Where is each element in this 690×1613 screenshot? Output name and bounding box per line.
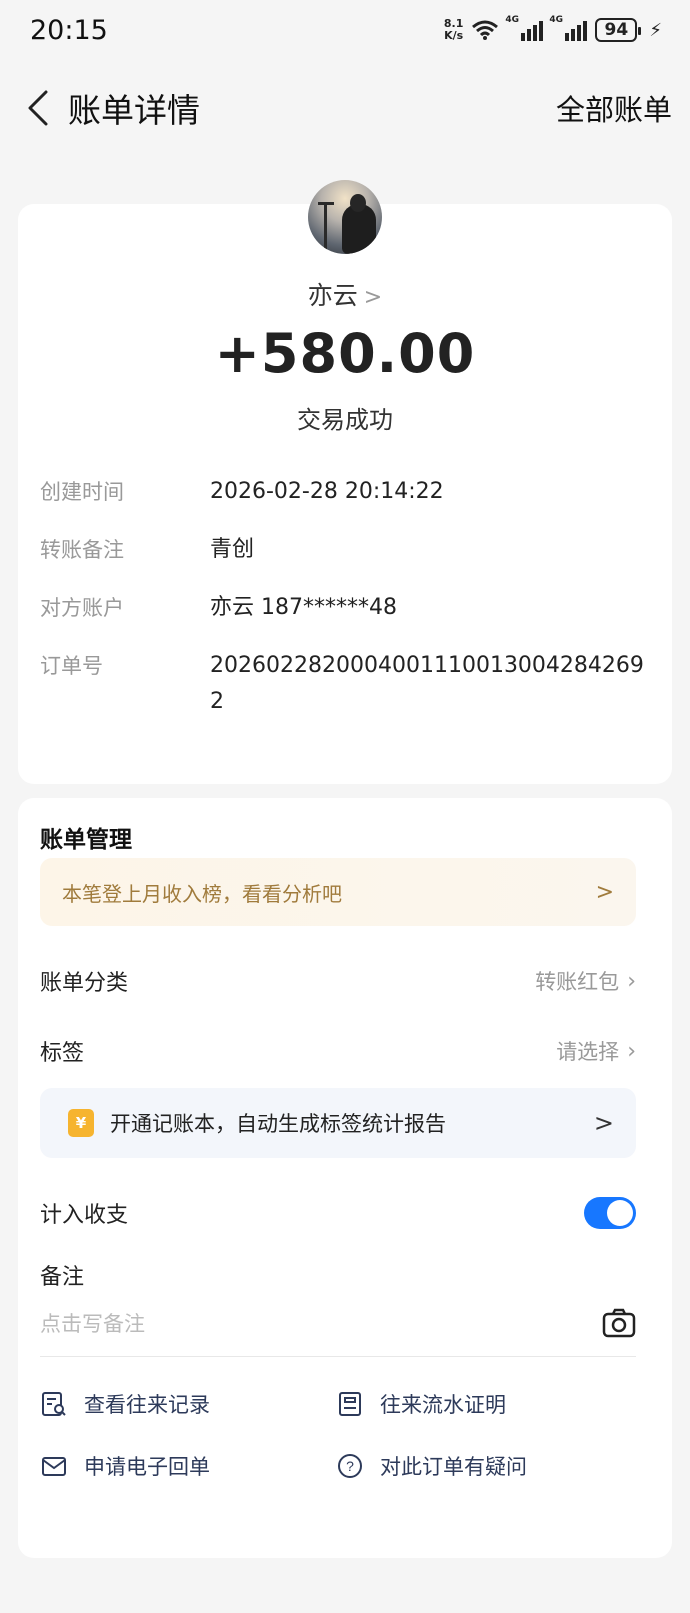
wifi-icon — [472, 20, 499, 40]
category-value: 转账红包 — [535, 970, 620, 994]
statement-icon — [339, 1392, 361, 1416]
detail-row-created-time: 创建时间 2026-02-28 20:14:22 — [40, 474, 650, 510]
status-time: 20:15 — [30, 14, 108, 46]
signal-4g-icon: 4G — [549, 15, 588, 41]
detail-key: 转账备注 — [40, 538, 124, 562]
tag-value: 请选择 — [556, 1040, 620, 1064]
include-in-stats-row: 计入收支 — [40, 1188, 636, 1238]
signal-label: 4G — [505, 15, 520, 25]
battery-level: 94 — [604, 20, 629, 40]
detail-row-remark: 转账备注 青创 — [40, 532, 650, 568]
chevron-right-icon: > — [363, 285, 383, 310]
include-toggle[interactable] — [584, 1197, 636, 1229]
nav-bar: 账单详情 全部账单 — [0, 72, 690, 144]
remark-label: 备注 — [40, 1265, 85, 1290]
back-chevron-icon — [28, 90, 48, 126]
chevron-right-icon: > — [595, 879, 614, 905]
payee-name: 亦云 — [307, 281, 358, 310]
mail-icon — [42, 1457, 66, 1476]
toggle-knob — [607, 1200, 633, 1226]
charging-icon: ⚡ — [649, 19, 662, 41]
chevron-right-icon: › — [627, 968, 636, 994]
camera-icon[interactable] — [602, 1308, 636, 1338]
chevron-right-icon: > — [593, 1109, 614, 1137]
detail-row-counterparty: 对方账户 亦云 187******48 — [40, 590, 650, 626]
ledger-banner[interactable]: ¥ 开通记账本，自动生成标签统计报告 > — [40, 1088, 636, 1158]
signal-4g-icon: 4G — [505, 15, 544, 41]
tag-row[interactable]: 标签 请选择 › — [40, 1026, 636, 1076]
amount: +580.00 — [214, 322, 476, 385]
back-button[interactable] — [18, 83, 58, 133]
detail-value: 2026-02-28 20:14:22 — [210, 479, 444, 504]
page-title: 账单详情 — [68, 91, 200, 130]
signal-label: 4G — [549, 15, 564, 25]
action-label: 申请电子回单 — [84, 1455, 210, 1479]
divider — [40, 1356, 636, 1357]
status-icons: 8.1 K/s 4G 4G 94 ⚡ — [444, 15, 662, 42]
record-search-icon — [42, 1392, 66, 1416]
category-label: 账单分类 — [40, 971, 129, 996]
detail-key: 对方账户 — [40, 596, 124, 620]
chevron-right-icon: › — [627, 1038, 636, 1064]
detail-value[interactable]: 2026022820004001110013004284269 2 — [210, 648, 650, 720]
detail-key: 订单号 — [40, 654, 103, 678]
bill-category-row[interactable]: 账单分类 转账红包 › — [40, 956, 636, 1006]
e-receipt-button[interactable]: 申请电子回单 — [40, 1446, 210, 1486]
income-rank-banner[interactable]: 本笔登上月收入榜，看看分析吧 > — [40, 858, 636, 926]
bill-management-card: 账单管理 本笔登上月收入榜，看看分析吧 > 账单分类 转账红包 › 标签 请选择… — [18, 798, 672, 1558]
remark-placeholder: 点击写备注 — [40, 1312, 145, 1336]
tag-label: 标签 — [40, 1041, 85, 1066]
net-speed-unit: K/s — [444, 29, 464, 42]
remark-title-row: 备注 — [40, 1250, 636, 1300]
payee-link[interactable]: 亦云 > — [18, 276, 672, 312]
action-label: 对此订单有疑问 — [380, 1455, 527, 1479]
remark-input[interactable]: 点击写备注 — [40, 1298, 636, 1348]
yen-icon: ¥ — [68, 1109, 94, 1137]
detail-key: 创建时间 — [40, 480, 124, 504]
status-bar: 20:15 8.1 K/s 4G 4G 94 ⚡ — [0, 0, 690, 60]
order-question-button[interactable]: ? 对此订单有疑问 — [336, 1446, 527, 1486]
transaction-status: 交易成功 — [297, 406, 393, 434]
all-bills-link[interactable]: 全部账单 — [556, 87, 672, 129]
detail-row-order-number: 订单号 2026022820004001110013004284269 2 — [40, 648, 650, 720]
ledger-text: 开通记账本，自动生成标签统计报告 — [110, 1112, 446, 1136]
statement-proof-button[interactable]: 往来流水证明 — [336, 1384, 506, 1424]
net-speed: 8.1 K/s — [444, 18, 464, 42]
view-records-button[interactable]: 查看往来记录 — [40, 1384, 210, 1424]
detail-value: 亦云 187******48 — [210, 595, 397, 620]
svg-text:?: ? — [346, 1458, 354, 1474]
action-label: 查看往来记录 — [84, 1393, 210, 1417]
question-icon: ? — [338, 1454, 362, 1478]
detail-value: 青创 — [210, 537, 255, 562]
transaction-card: 亦云 > +580.00 交易成功 创建时间 2026-02-28 20:14:2… — [18, 180, 672, 784]
promo-text: 本笔登上月收入榜，看看分析吧 — [62, 881, 342, 906]
battery-icon: 94 — [595, 18, 642, 42]
avatar[interactable] — [308, 180, 382, 254]
section-title: 账单管理 — [40, 827, 132, 853]
action-label: 往来流水证明 — [380, 1393, 506, 1417]
include-label: 计入收支 — [40, 1203, 129, 1228]
